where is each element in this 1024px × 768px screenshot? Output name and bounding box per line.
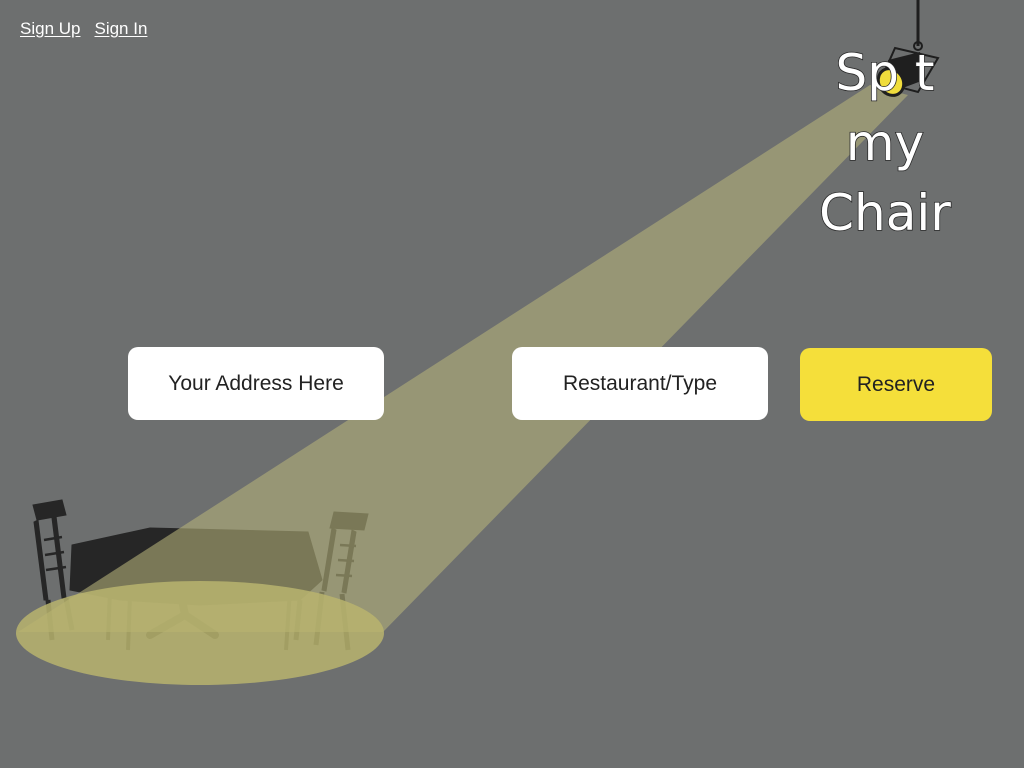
logo-line-2: my [845, 113, 925, 173]
auth-links: Sign Up Sign In [20, 19, 147, 39]
restaurant-type-input[interactable]: Restaurant/Type [512, 347, 768, 420]
logo-line-3: Chair [818, 183, 951, 243]
logo-line-1: Sp t [835, 43, 936, 103]
address-input[interactable]: Your Address Here [128, 347, 384, 420]
reserve-button-label: Reserve [856, 372, 936, 396]
sign-in-link[interactable]: Sign In [94, 19, 147, 39]
app-logo: Sp t my Chair [790, 38, 980, 248]
sign-up-link[interactable]: Sign Up [20, 19, 80, 39]
restaurant-placeholder: Restaurant/Type [562, 371, 718, 395]
reserve-button[interactable]: Reserve [800, 348, 992, 421]
light-pool [16, 581, 384, 685]
address-placeholder: Your Address Here [168, 371, 344, 395]
